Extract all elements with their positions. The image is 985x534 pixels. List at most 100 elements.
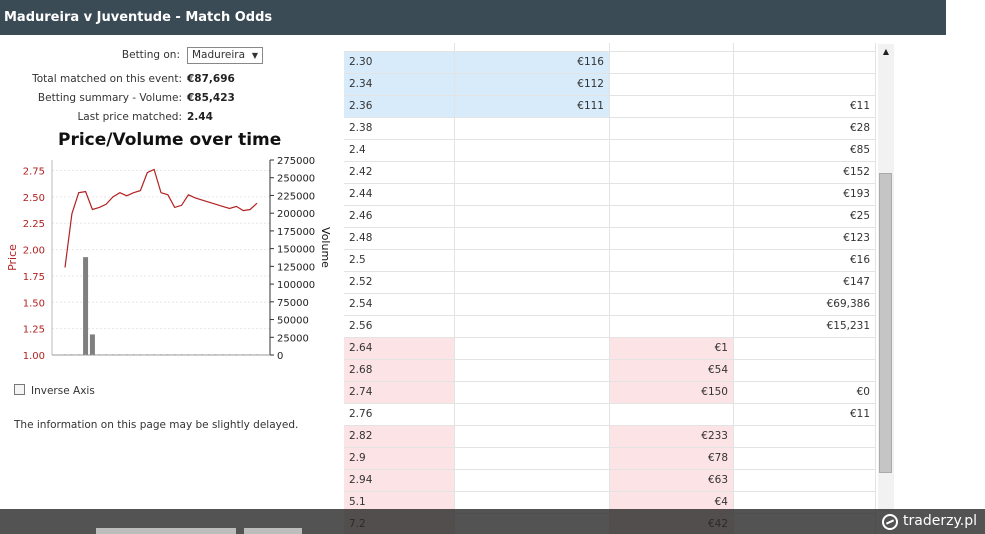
price-axis-label: Price	[6, 244, 19, 271]
ladder-back-amount[interactable]	[454, 206, 609, 227]
ladder-traded-amount	[733, 74, 876, 95]
ladder-traded-amount	[733, 52, 876, 73]
ladder-back-amount[interactable]: €111	[454, 96, 609, 117]
ladder-back-amount[interactable]	[454, 404, 609, 425]
ladder-lay-amount[interactable]	[609, 272, 733, 293]
ladder-lay-amount[interactable]	[609, 294, 733, 315]
ladder-row[interactable]: 2.30 €116	[344, 51, 876, 73]
ladder-back-amount[interactable]	[454, 338, 609, 359]
scroll-up-icon[interactable]: ▲	[878, 44, 894, 60]
ladder-back-amount[interactable]	[454, 360, 609, 381]
scrollbar-thumb[interactable]	[879, 173, 892, 473]
inverse-axis-checkbox[interactable]	[14, 384, 25, 395]
ladder-traded-amount: €15,231	[733, 316, 876, 337]
ladder-price: 2.4	[349, 144, 366, 156]
ladder-lay-amount[interactable]: €54	[609, 360, 733, 381]
taskbar-tab[interactable]	[96, 528, 236, 534]
ladder-header-gap	[344, 43, 876, 51]
betting-summary-label: Betting summary - Volume:	[37, 92, 182, 104]
ladder-rows: 2.30 €116 2.34 €112 2.36 €111 €11 2.38 €28 2.4 €85…	[344, 51, 876, 534]
ladder-row[interactable]: 2.82 €233	[344, 425, 876, 447]
betting-on-select[interactable]: Madureira ▼	[187, 47, 263, 64]
ladder-row[interactable]: 2.52 €147	[344, 271, 876, 293]
ladder-back-amount[interactable]	[454, 250, 609, 271]
ladder-lay-amount[interactable]	[609, 228, 733, 249]
ladder-row[interactable]: 2.5 €16	[344, 249, 876, 271]
ladder-lay-amount[interactable]	[609, 206, 733, 227]
price-volume-chart: 2.75 2.50 2.25 2.00 1.75 1.50 1.25 1.00 275000 25…	[6, 156, 330, 362]
ladder-back-amount[interactable]	[454, 162, 609, 183]
ladder-row[interactable]: 2.44 €193	[344, 183, 876, 205]
betting-on-value: Madureira	[192, 49, 246, 61]
ladder-row[interactable]: 2.34 €112	[344, 73, 876, 95]
ladder-row[interactable]: 2.68 €54	[344, 359, 876, 381]
ladder-lay-amount[interactable]: €233	[609, 426, 733, 447]
volume-tick-label: 225000	[277, 191, 315, 202]
inverse-axis-label: Inverse Axis	[31, 385, 95, 397]
ladder-lay-amount[interactable]	[609, 250, 733, 271]
ladder-traded-amount	[733, 426, 876, 447]
ladder-back-amount[interactable]: €116	[454, 52, 609, 73]
ladder-row[interactable]: 2.56 €15,231	[344, 315, 876, 337]
ladder-price: 2.68	[344, 360, 454, 381]
ladder-row[interactable]: 2.42 €152	[344, 161, 876, 183]
ladder-row[interactable]: 2.4 €85	[344, 139, 876, 161]
ladder-price: 2.64	[344, 338, 454, 359]
ladder-back-amount[interactable]	[454, 228, 609, 249]
ladder-price: 2.94	[344, 470, 454, 491]
volume-tick-label: 175000	[277, 227, 315, 238]
ladder-lay-amount[interactable]	[609, 316, 733, 337]
ladder-back-amount[interactable]	[454, 426, 609, 447]
volume-tick-label: 200000	[277, 209, 315, 220]
ladder-back-amount[interactable]	[454, 140, 609, 161]
ladder-back-amount[interactable]	[454, 294, 609, 315]
ladder-back-amount[interactable]	[454, 382, 609, 403]
ladder-back-amount[interactable]	[454, 184, 609, 205]
volume-tick-label: 250000	[277, 174, 315, 185]
ladder-row[interactable]: 2.48 €123	[344, 227, 876, 249]
volume-tick-label: 0	[277, 351, 283, 362]
delay-note: The information on this page may be slig…	[14, 419, 299, 431]
ladder-row[interactable]: 2.94 €63	[344, 469, 876, 491]
volume-bar	[83, 257, 89, 355]
ladder-back-amount[interactable]	[454, 470, 609, 491]
ladder-lay-amount[interactable]: €78	[609, 448, 733, 469]
ladder-traded-amount: €11	[733, 96, 876, 117]
ladder-price: 2.9	[344, 448, 454, 469]
taskbar-tab[interactable]	[244, 528, 302, 534]
ladder-traded-amount: €69,386	[733, 294, 876, 315]
price-tick-label: 2.00	[23, 246, 45, 257]
ladder-lay-amount[interactable]	[609, 184, 733, 205]
ladder-lay-amount[interactable]	[609, 52, 733, 73]
last-price-label: Last price matched:	[77, 111, 182, 123]
ladder-lay-amount[interactable]	[609, 162, 733, 183]
ladder-traded-amount: €152	[733, 162, 876, 183]
ladder-lay-amount[interactable]	[609, 74, 733, 95]
ladder-row[interactable]: 2.76 €11	[344, 403, 876, 425]
ladder-price: 2.38	[349, 122, 373, 134]
ladder-row[interactable]: 2.36 €111 €11	[344, 95, 876, 117]
ladder-price: 2.30	[344, 52, 454, 73]
ladder-lay-amount[interactable]	[609, 404, 733, 425]
ladder-back-amount[interactable]	[454, 448, 609, 469]
ladder-row[interactable]: 2.64 €1	[344, 337, 876, 359]
ladder-row[interactable]: 2.9 €78	[344, 447, 876, 469]
ladder-row[interactable]: 2.38 €28	[344, 117, 876, 139]
last-price-value: 2.44	[187, 111, 213, 123]
price-tick-label: 1.75	[23, 272, 45, 283]
ladder-lay-amount[interactable]: €63	[609, 470, 733, 491]
ladder-back-amount[interactable]: €112	[454, 74, 609, 95]
ladder-row[interactable]: 2.46 €25	[344, 205, 876, 227]
total-matched-label: Total matched on this event:	[32, 73, 182, 85]
price-tick-label: 1.25	[23, 325, 45, 336]
ladder-lay-amount[interactable]	[609, 96, 733, 117]
ladder-lay-amount[interactable]	[609, 118, 733, 139]
ladder-row[interactable]: 2.54 €69,386	[344, 293, 876, 315]
ladder-back-amount[interactable]	[454, 316, 609, 337]
ladder-lay-amount[interactable]: €150	[609, 382, 733, 403]
ladder-back-amount[interactable]	[454, 272, 609, 293]
ladder-row[interactable]: 2.74 €150 €0	[344, 381, 876, 403]
ladder-lay-amount[interactable]: €1	[609, 338, 733, 359]
ladder-back-amount[interactable]	[454, 118, 609, 139]
ladder-lay-amount[interactable]	[609, 140, 733, 161]
